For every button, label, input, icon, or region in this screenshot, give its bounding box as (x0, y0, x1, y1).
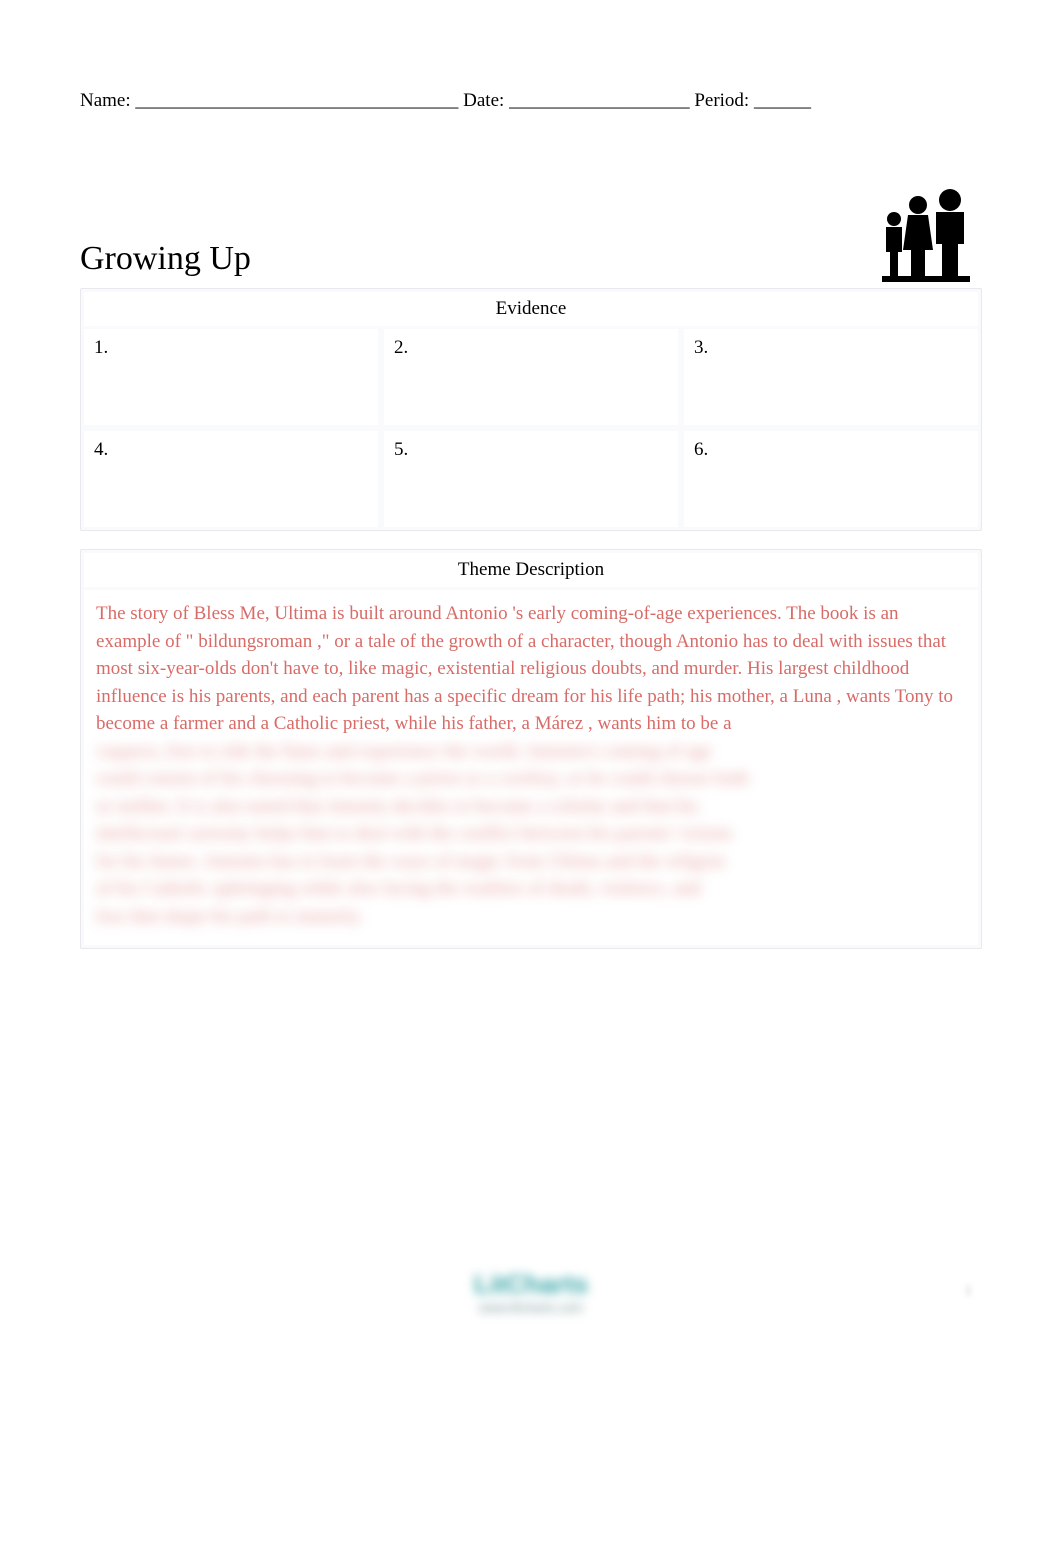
theme-header: Theme Description (84, 553, 978, 587)
blur-line-4: intellectual curiosity helps him to deal… (96, 820, 966, 848)
evidence-cell-2: 2. (384, 329, 678, 425)
period-blank: ______ (754, 90, 811, 111)
theme-text-6: , wants him to be a (588, 713, 732, 734)
evidence-grid: 1. 2. 3. 4. 5. 6. (81, 326, 981, 530)
evidence-cell-3: 3. (684, 329, 978, 425)
evidence-cell-1: 1. (84, 329, 378, 425)
period-label: Period: (694, 90, 749, 111)
worksheet-header: Name: __________________________________… (80, 90, 982, 112)
theme-link-luna[interactable]: Luna (793, 686, 832, 707)
theme-link-marez[interactable]: Márez (535, 713, 584, 734)
blur-line-5: for his future. Antonio has to learn the… (96, 848, 966, 876)
blur-line-2: could consist of his choosing to become … (96, 765, 966, 793)
title-row: Growing Up (80, 182, 982, 282)
date-label: Date: (463, 90, 504, 111)
theme-text-1: The story of (96, 603, 194, 624)
blur-line-7: loss that shape his path to maturity. (96, 903, 966, 931)
date-blank: ___________________ (509, 90, 690, 111)
blur-line-6: of his Catholic upbringing while also fa… (96, 875, 966, 903)
footer-logo-main: LitCharts (474, 1269, 588, 1300)
footer-logo: LitCharts www.litcharts.com (474, 1269, 588, 1315)
name-blank: __________________________________ (135, 90, 458, 111)
page-title: Growing Up (80, 240, 251, 282)
evidence-section: Evidence 1. 2. 3. 4. 5. 6. (80, 288, 982, 531)
theme-blurred-text: vaquero, free to ride the llano and expe… (96, 738, 966, 931)
theme-link-antonio[interactable]: Antonio (445, 603, 507, 624)
evidence-cell-4: 4. (84, 431, 378, 527)
name-label: Name: (80, 90, 131, 111)
evidence-cell-6: 6. (684, 431, 978, 527)
theme-section: Theme Description The story of Bless Me,… (80, 549, 982, 949)
family-icon (878, 182, 978, 282)
theme-description: The story of Bless Me, Ultima is built a… (84, 590, 978, 945)
footer-page-number: 1 (965, 1283, 973, 1300)
theme-link-title[interactable]: Bless Me, Ultima (194, 603, 328, 624)
footer-logo-sub: www.litcharts.com (474, 1300, 588, 1315)
evidence-cell-5: 5. (384, 431, 678, 527)
theme-link-bildungsroman[interactable]: bildungsroman (198, 631, 312, 652)
blur-line-1: vaquero, free to ride the llano and expe… (96, 738, 966, 766)
theme-text-2: is built around (332, 603, 445, 624)
blur-line-3: or neither. It is also noted that Antoni… (96, 793, 966, 821)
evidence-header: Evidence (84, 292, 978, 326)
footer: LitCharts www.litcharts.com 1 (80, 1269, 982, 1315)
